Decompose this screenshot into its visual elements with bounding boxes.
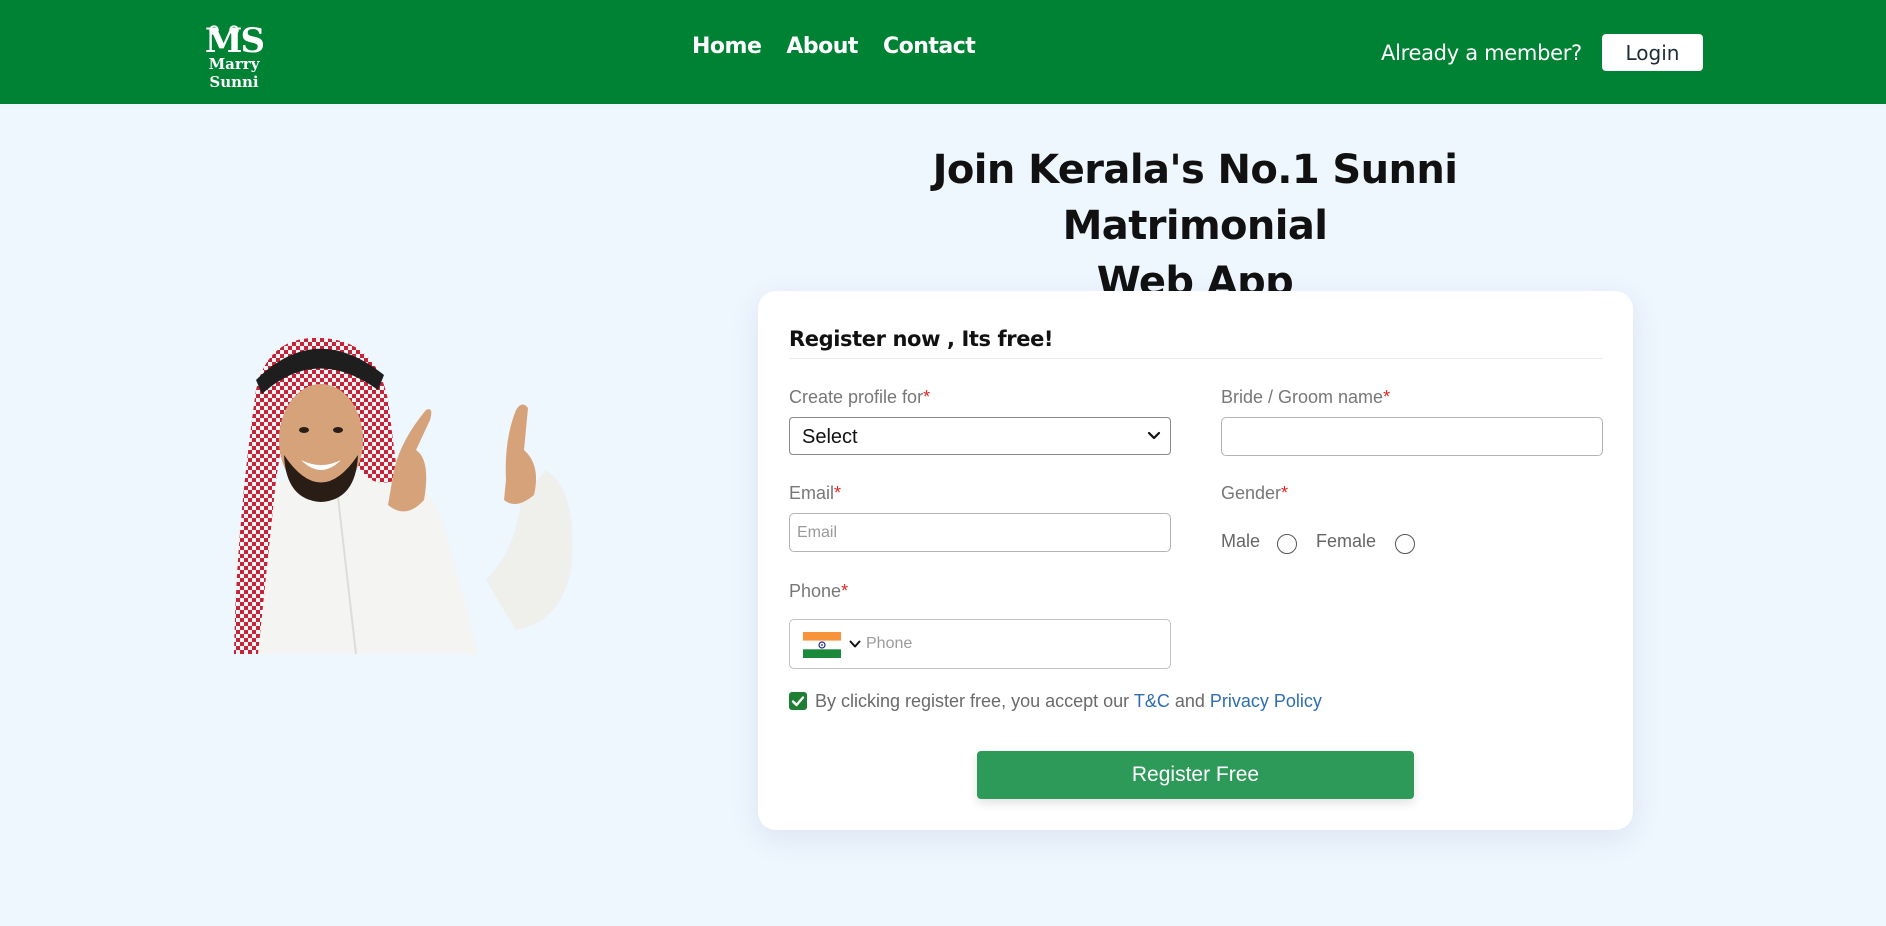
terms-and-conditions-link[interactable]: T&C: [1134, 691, 1170, 711]
gender-male-label: Male: [1221, 531, 1261, 551]
top-navbar: MS Marry Sunni Home About Contact Alread…: [0, 0, 1886, 104]
page-title-line-1: Join Kerala's No.1 Sunni Matrimonial: [932, 147, 1458, 249]
name-label-text: Bride / Groom name: [1221, 387, 1384, 407]
required-marker: *: [841, 581, 849, 601]
registration-card: Register now , Its free! Create profile …: [758, 291, 1633, 830]
india-flag-icon[interactable]: [803, 632, 841, 658]
register-free-button[interactable]: Register Free: [977, 751, 1414, 799]
phone-field: [789, 619, 1171, 669]
form-title-divider: [789, 358, 1603, 359]
terms-text: By clicking register free, you accept ou…: [815, 691, 1322, 712]
login-button[interactable]: Login: [1602, 34, 1703, 71]
email-input[interactable]: [789, 513, 1171, 552]
already-member-text: Already a member?: [1381, 41, 1582, 65]
required-marker: *: [834, 483, 842, 503]
gender-female-label: Female: [1316, 531, 1377, 551]
logo-text: Marry Sunni: [208, 55, 260, 91]
phone-input[interactable]: [866, 628, 1156, 660]
form-title: Register now , Its free!: [789, 327, 1054, 351]
page-title: Join Kerala's No.1 Sunni Matrimonial Web…: [820, 142, 1570, 310]
nav-about-link[interactable]: About: [786, 34, 858, 59]
nav-home-link[interactable]: Home: [692, 34, 762, 59]
phone-label-text: Phone: [789, 581, 842, 601]
terms-and-word: and: [1174, 691, 1205, 711]
profile-for-label: Create profile for*: [789, 387, 930, 408]
required-marker: *: [1383, 387, 1391, 407]
gender-label-text: Gender: [1221, 483, 1282, 503]
bride-groom-name-input[interactable]: [1221, 417, 1603, 456]
privacy-policy-link[interactable]: Privacy Policy: [1210, 691, 1322, 711]
required-marker: *: [923, 387, 931, 407]
required-marker: *: [1281, 483, 1289, 503]
chevron-down-icon: [1147, 431, 1161, 440]
email-label: Email*: [789, 483, 841, 504]
gender-male-radio[interactable]: [1277, 534, 1297, 554]
checkmark-icon: [791, 696, 805, 707]
gender-label: Gender*: [1221, 483, 1288, 504]
hero-man-pointing-image: [234, 337, 573, 654]
name-label: Bride / Groom name*: [1221, 387, 1390, 408]
profile-for-select-value: Select: [802, 426, 858, 448]
terms-prefix: By clicking register free, you accept ou…: [815, 691, 1130, 711]
gender-female-radio[interactable]: [1395, 534, 1415, 554]
site-logo[interactable]: MS Marry Sunni: [182, 22, 286, 91]
main-nav: Home About Contact: [692, 34, 976, 59]
phone-label: Phone*: [789, 581, 848, 602]
profile-for-select[interactable]: Select: [789, 417, 1171, 455]
email-label-text: Email: [789, 483, 835, 503]
profile-for-label-text: Create profile for: [789, 387, 924, 407]
country-chevron-down-icon[interactable]: [849, 640, 861, 649]
terms-checkbox[interactable]: [789, 692, 807, 710]
nav-contact-link[interactable]: Contact: [883, 34, 976, 59]
